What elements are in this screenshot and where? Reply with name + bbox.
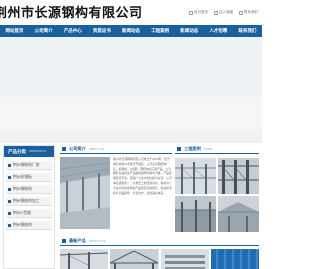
project-thumb[interactable]: [218, 158, 259, 194]
project-thumb[interactable]: [175, 196, 216, 232]
phone-icon: [239, 10, 243, 15]
nav-item-cases[interactable]: 工程案例: [146, 25, 175, 37]
about-text: 荆州市长源钢构有限公司成立于2005年，位于湖北省荆州市经济开发区，公司主营钢结…: [113, 157, 172, 195]
sidebar-item-label: 荆州钢结构: [13, 222, 32, 227]
banner-image: [0, 37, 262, 137]
header-link-label: 联系我们: [244, 10, 258, 14]
building-image: [175, 196, 216, 232]
nav-item-about[interactable]: 公司简介: [29, 25, 58, 37]
square-icon: [177, 147, 181, 151]
nav-item-jobs[interactable]: 人才招聘: [204, 25, 233, 37]
square-icon: [62, 239, 66, 243]
header-link-label: 设为首页: [194, 10, 208, 14]
star-icon: [214, 10, 218, 15]
sidebar-title-text: 产品分类: [8, 149, 26, 154]
nav-item-products[interactable]: 产品中心: [58, 25, 87, 37]
header: 荆州市长源钢构有限公司 设为首页 加入收藏 联系我们: [0, 0, 262, 22]
bullet-icon: [8, 175, 11, 179]
newest-products-section: 最新产品 PRODUCTS: [60, 237, 259, 269]
header-link-label: 加入收藏: [219, 10, 233, 14]
product-thumb[interactable]: [110, 249, 159, 269]
header-link-contact[interactable]: 联系我们: [239, 10, 258, 15]
steel-frame-image: [218, 158, 259, 194]
project-heading: 工程案例 CASE: [175, 145, 259, 154]
nav-item-news-2[interactable]: 新闻动态: [175, 25, 204, 37]
company-name: 荆州市长源钢构有限公司: [0, 5, 143, 20]
about-image[interactable]: [60, 157, 110, 229]
about-title-en: ABOUT US: [88, 147, 105, 151]
newest-heading: 最新产品 PRODUCTS: [60, 237, 259, 246]
bullet-icon: [8, 223, 11, 227]
newest-title: 最新产品: [69, 238, 86, 243]
sidebar-item-label: 荆州钢结构厂房: [13, 162, 40, 167]
product-thumb[interactable]: [160, 249, 209, 269]
newest-title-en: PRODUCTS: [88, 239, 106, 243]
nav-item-home[interactable]: 网站首页: [0, 25, 29, 37]
sidebar-item[interactable]: 荆州C型钢: [6, 209, 52, 218]
project-section: 工程案例 CASE: [175, 145, 259, 235]
sidebar-item[interactable]: 荆州彩钢板: [6, 173, 52, 182]
sidebar-item-label: 荆州钢结构: [13, 186, 32, 191]
search-strip: [0, 137, 262, 143]
project-title-en: CASE: [203, 147, 212, 151]
sidebar-item[interactable]: 荆州钢结构厂房: [6, 161, 52, 170]
bullet-icon: [8, 199, 11, 203]
about-title: 公司简介: [69, 146, 86, 151]
sidebar-list: 荆州钢结构厂房 荆州彩钢板 荆州钢结构 荆州钢结构加工 荆州C型钢 荆州钢结构: [4, 157, 54, 230]
main-nav: 网站首页 公司简介 产品中心 资质证书 新闻动态 工程案例 新闻动态 人才招聘 …: [0, 25, 262, 37]
product-sidebar: 产品分类 PRODUCTS 荆州钢结构厂房 荆州彩钢板 荆州钢结构 荆州钢结构加…: [3, 145, 55, 269]
nav-item-news[interactable]: 新闻动态: [116, 25, 145, 37]
banner-shade: [0, 127, 262, 137]
header-link-home[interactable]: 设为首页: [189, 10, 208, 15]
bullet-icon: [8, 211, 11, 215]
newest-product-row: [60, 249, 259, 269]
header-links: 设为首页 加入收藏 联系我们: [189, 10, 258, 15]
sidebar-item-label: 荆州钢结构加工: [13, 198, 40, 203]
product-thumb[interactable]: [60, 249, 109, 269]
about-heading: 公司简介 ABOUT US: [60, 145, 172, 154]
nav-item-certificates[interactable]: 资质证书: [87, 25, 116, 37]
about-body: 荆州市长源钢构有限公司成立于2005年，位于湖北省荆州市经济开发区，公司主营钢结…: [60, 157, 172, 235]
steel-frame-image: [60, 249, 109, 269]
project-grid: [175, 158, 259, 232]
steel-frame-image: [175, 158, 216, 194]
factory-interior-image: [60, 157, 110, 229]
home-icon: [189, 10, 193, 15]
sidebar-item[interactable]: 荆州钢结构: [6, 185, 52, 194]
project-title: 工程案例: [184, 146, 201, 151]
sidebar-item[interactable]: 荆州钢结构: [6, 221, 52, 230]
sidebar-item-label: 荆州C型钢: [13, 210, 31, 215]
warehouse-image: [218, 196, 259, 232]
c-steel-image: [160, 249, 209, 269]
product-thumb[interactable]: [210, 249, 259, 269]
project-thumb[interactable]: [218, 196, 259, 232]
sidebar-item-label: 荆州彩钢板: [13, 174, 32, 179]
project-thumb[interactable]: [175, 158, 216, 194]
square-icon: [62, 147, 66, 151]
sidebar-item[interactable]: 荆州钢结构加工: [6, 197, 52, 206]
bullet-icon: [8, 163, 11, 167]
sidebar-title: 产品分类 PRODUCTS: [4, 146, 54, 157]
steel-structure-image: [110, 249, 159, 269]
about-section: 公司简介 ABOUT US 荆州市长源钢构有限公司成立于2005年，位于湖北省荆…: [60, 145, 172, 235]
color-steel-plate-image: [210, 249, 259, 269]
header-link-favorite[interactable]: 加入收藏: [214, 10, 233, 15]
sidebar-title-en: PRODUCTS: [29, 149, 46, 153]
nav-item-contact[interactable]: 联系我们: [233, 25, 262, 37]
hero-banner[interactable]: [0, 37, 262, 137]
bullet-icon: [8, 187, 11, 191]
